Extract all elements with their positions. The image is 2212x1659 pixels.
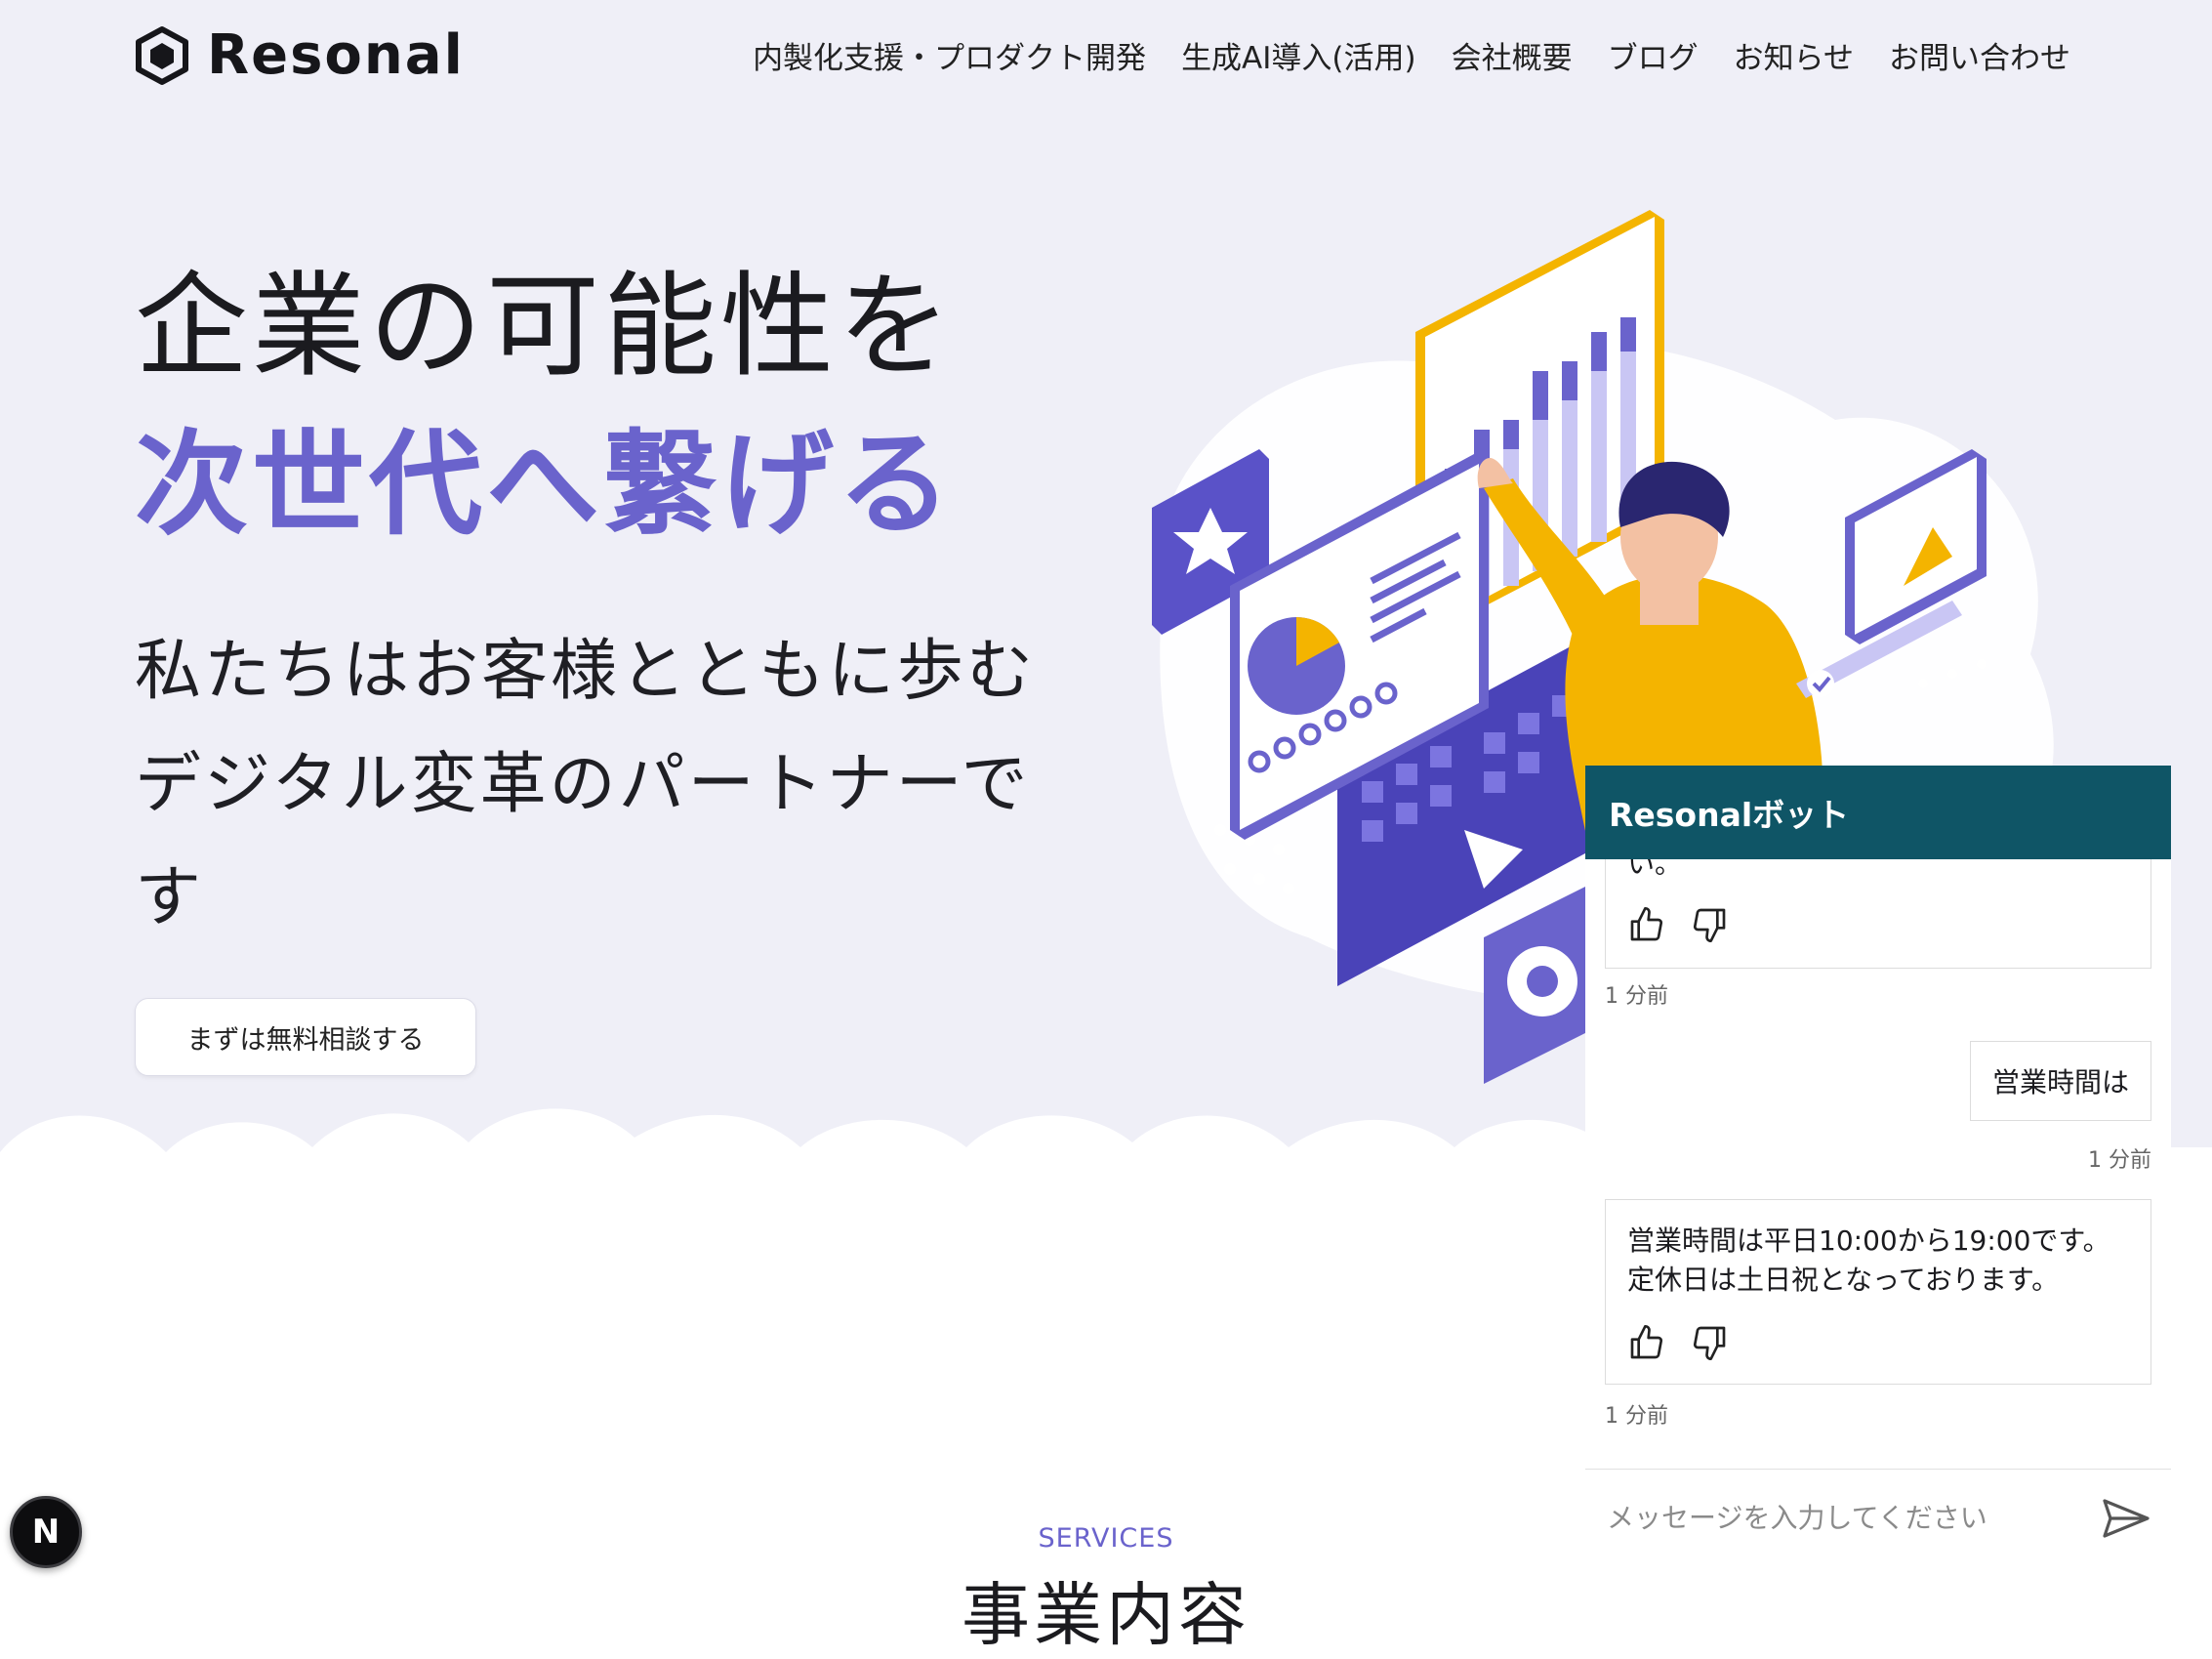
main-nav: 内製化支援・プロダクト開発 生成AI導入(活用) 会社概要 ブログ お知らせ お… <box>753 33 2070 77</box>
thumbs-up-icon[interactable] <box>1627 905 1666 944</box>
hero-subtitle: 私たちはお客様とともに歩むデジタル変革のパートナーです <box>135 633 1037 936</box>
message-timestamp: 1 分前 <box>1605 984 1668 1009</box>
nav-link-news[interactable]: お知らせ <box>1734 33 1854 77</box>
chatbot-widget: Resonalボット い。 1 分前 営業時間は 1 分前 営業時間は平日10:… <box>1585 766 2171 1594</box>
nav-link-blog[interactable]: ブログ <box>1608 33 1699 77</box>
bot-message-text: い。 <box>1627 859 1683 880</box>
bot-message-text: 営業時間は平日10:00から19:00です。定休日は土日祝となっております。 <box>1627 1224 2110 1296</box>
nextjs-dev-badge[interactable]: N <box>10 1496 82 1568</box>
bot-message: い。 <box>1605 859 2151 969</box>
chat-message-input[interactable] <box>1605 1501 2101 1535</box>
logo-hexagon-icon <box>136 25 188 85</box>
thumbs-down-icon[interactable] <box>1690 1323 1729 1362</box>
thumbs-up-icon[interactable] <box>1627 1323 1666 1362</box>
message-timestamp: 1 分前 <box>2088 1148 2151 1173</box>
chat-header-title: Resonalボット <box>1585 766 2171 859</box>
chat-input-row <box>1585 1469 2171 1566</box>
message-timestamp: 1 分前 <box>1605 1404 1668 1429</box>
nav-link-contact[interactable]: お問い合わせ <box>1889 33 2070 77</box>
brand-logo[interactable]: Resonal <box>133 23 465 87</box>
message-reactions <box>1627 905 2129 944</box>
message-reactions <box>1627 1323 2129 1362</box>
nav-link-development[interactable]: 内製化支援・プロダクト開発 <box>753 33 1146 77</box>
bot-message: 営業時間は平日10:00から19:00です。定休日は土日祝となっております。 <box>1605 1199 2151 1385</box>
user-message: 営業時間は <box>1969 1041 2151 1121</box>
nav-link-company[interactable]: 会社概要 <box>1452 33 1573 77</box>
thumbs-down-icon[interactable] <box>1690 905 1729 944</box>
nav-link-generative-ai[interactable]: 生成AI導入(活用) <box>1181 33 1416 77</box>
brand-name: Resonal <box>207 23 465 87</box>
hero-title-line1: 企業の可能性を <box>135 261 955 393</box>
chat-messages[interactable]: い。 1 分前 営業時間は 1 分前 営業時間は平日10:00から19:00です… <box>1585 859 2171 1463</box>
hero-title-line2: 次世代へ繋げる <box>135 419 955 551</box>
send-icon[interactable] <box>2101 1497 2151 1540</box>
free-consultation-button[interactable]: まずは無料相談する <box>135 998 476 1076</box>
